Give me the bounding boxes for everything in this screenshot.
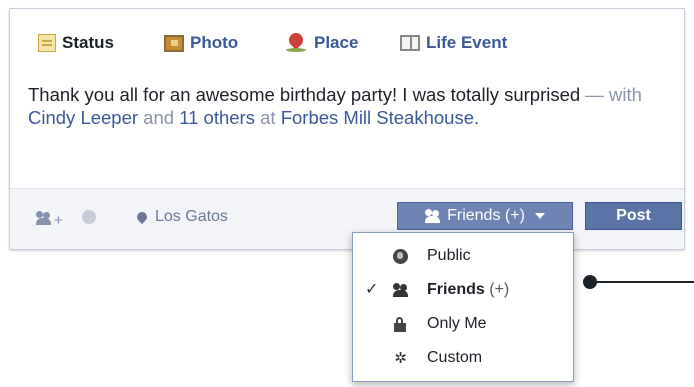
friends-icon	[425, 209, 441, 223]
tagged-person-link[interactable]: Cindy Leeper	[28, 107, 138, 128]
menu-item-label: Public	[427, 247, 471, 264]
audience-label: Friends (+)	[447, 207, 525, 224]
menu-item-label: Custom	[427, 349, 483, 366]
lock-icon	[393, 317, 408, 332]
menu-item-label: Friends	[427, 281, 485, 298]
tab-photo-label: Photo	[190, 33, 239, 52]
status-textarea[interactable]: Thank you all for an awesome birthday pa…	[28, 83, 678, 129]
photo-icon	[164, 34, 184, 52]
audience-menu: Public ✓ Friends (+) Only Me ✲ Custom	[352, 232, 574, 382]
gear-icon: ✲	[394, 350, 407, 367]
post-button[interactable]: Post	[585, 202, 682, 230]
status-composer: Status Photo Place Life Event Thank you …	[9, 8, 685, 250]
chevron-down-icon	[534, 213, 545, 219]
globe-icon	[393, 249, 408, 264]
location-pin-icon	[134, 209, 150, 225]
tab-place-label: Place	[314, 33, 359, 52]
friends-icon	[393, 283, 408, 298]
with-prefix: — with	[580, 84, 642, 105]
composer-toolbar: + Los Gatos Friends (+) Post	[10, 188, 684, 249]
tab-life-event[interactable]: Life Event	[400, 31, 507, 55]
location-selector[interactable]: Los Gatos	[134, 208, 228, 226]
and-text: and	[138, 107, 180, 128]
checkmark-icon: ✓	[365, 281, 379, 298]
menu-item-friends[interactable]: ✓ Friends (+)	[353, 275, 573, 305]
tab-place[interactable]: Place	[286, 31, 358, 55]
tag-friends-icon[interactable]: +	[36, 211, 63, 229]
feeling-icon[interactable]	[82, 210, 96, 228]
tagged-others-link[interactable]: 11 others	[179, 107, 255, 128]
at-text: at	[254, 107, 281, 128]
place-icon	[286, 33, 308, 53]
composer-tabs: Status Photo Place Life Event	[10, 9, 684, 71]
callout-line	[592, 281, 694, 283]
menu-item-suffix: (+)	[489, 281, 510, 298]
tab-status-label: Status	[62, 33, 114, 52]
menu-item-custom[interactable]: ✲ Custom	[353, 343, 573, 373]
location-label: Los Gatos	[155, 208, 228, 225]
tab-status[interactable]: Status	[38, 31, 114, 55]
menu-item-label: Only Me	[427, 315, 487, 332]
status-icon	[38, 34, 56, 52]
life-event-icon	[400, 35, 420, 51]
place-link[interactable]: Forbes Mill Steakhouse.	[281, 107, 479, 128]
menu-item-only-me[interactable]: Only Me	[353, 309, 573, 339]
tab-photo[interactable]: Photo	[164, 31, 238, 55]
tab-life-event-label: Life Event	[426, 33, 508, 52]
audience-selector-button[interactable]: Friends (+)	[397, 202, 573, 230]
status-text: Thank you all for an awesome birthday pa…	[28, 84, 581, 105]
menu-item-public[interactable]: Public	[353, 241, 573, 271]
